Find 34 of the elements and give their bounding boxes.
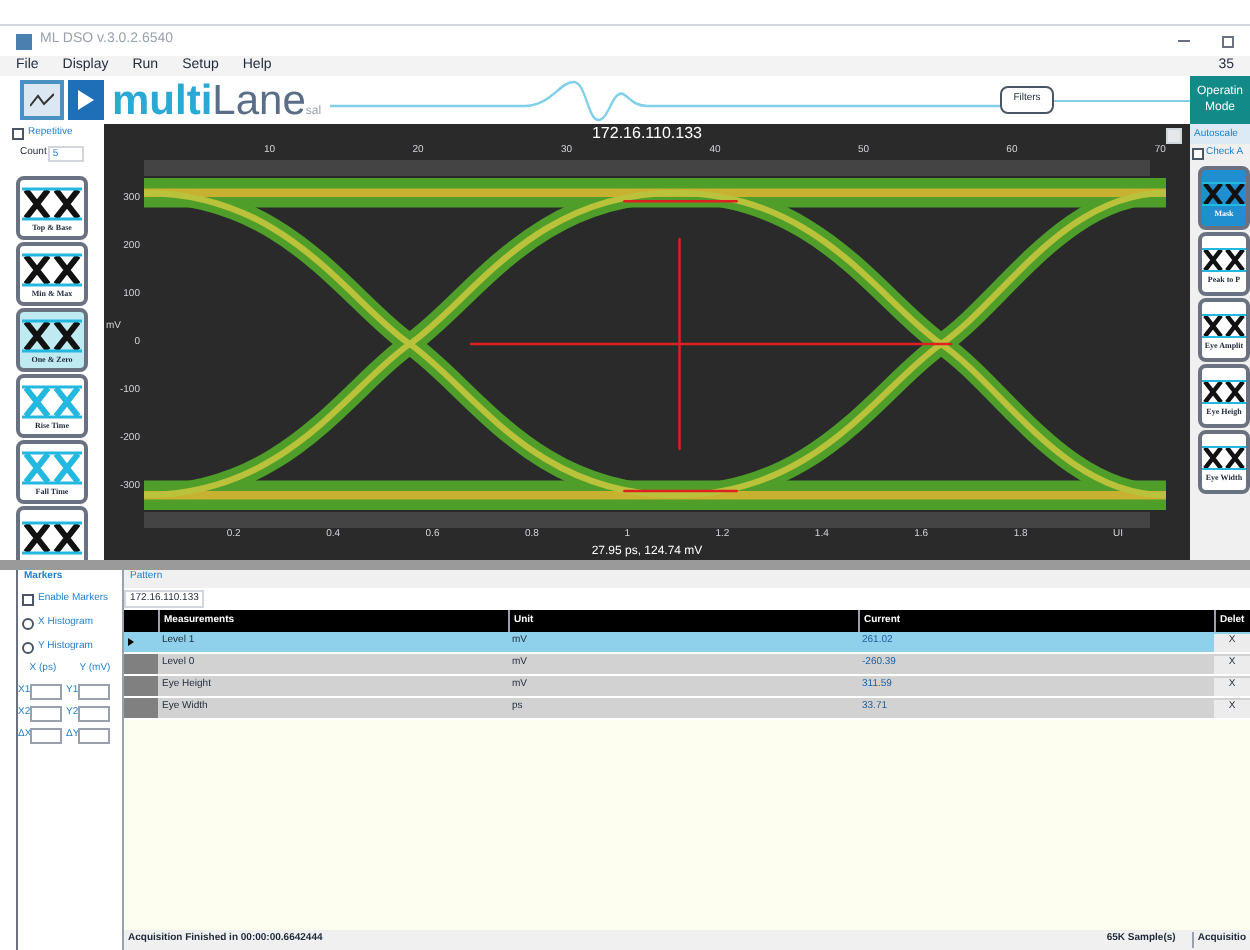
play-icon: [78, 90, 94, 110]
marker-input-field[interactable]: [78, 705, 110, 721]
connect-button[interactable]: [20, 80, 64, 120]
marker-input-field[interactable]: [30, 683, 62, 699]
eye-pattern-icon: [1202, 311, 1246, 339]
eye-pattern-icon: [22, 251, 82, 287]
eye-pattern-icon: [22, 185, 82, 221]
eye-pattern-icon: [22, 383, 82, 419]
eye-pattern-icon: [1202, 443, 1246, 471]
plot-title: 172.16.110.133: [591, 122, 702, 146]
eye-pattern-icon: [1202, 377, 1246, 405]
eye-pattern-icon: [22, 317, 82, 353]
row-header: [124, 654, 158, 674]
radio-button[interactable]: [22, 642, 34, 654]
checkbox[interactable]: [22, 594, 34, 606]
app-icon: [16, 33, 32, 49]
maximize-icon[interactable]: [1222, 35, 1234, 47]
marker-input-field[interactable]: [78, 683, 110, 699]
eye-pattern-icon: [22, 449, 82, 485]
marker-input-field[interactable]: [78, 727, 110, 743]
row-header: [124, 698, 158, 718]
eye-pattern-icon: [1202, 245, 1246, 273]
eye-pattern-icon: [22, 520, 82, 556]
marker-input-field[interactable]: [30, 705, 62, 721]
checkbox[interactable]: [12, 128, 24, 140]
row-header: [124, 676, 158, 696]
eye-pattern-icon: [1202, 179, 1246, 207]
run-button[interactable]: [68, 80, 104, 120]
radio-button[interactable]: [22, 618, 34, 630]
marker-input-field[interactable]: [30, 727, 62, 743]
checkbox[interactable]: [1192, 147, 1204, 159]
current-row-icon: [128, 638, 134, 646]
measurement-tool-button[interactable]: [16, 506, 88, 560]
scope-icon: [30, 92, 54, 108]
